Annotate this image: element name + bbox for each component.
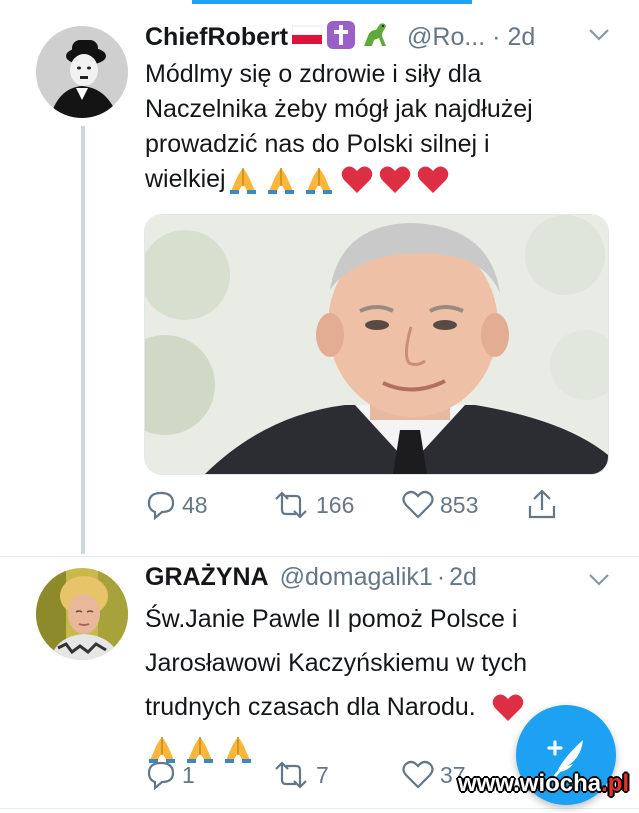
tweet-timestamp[interactable]: 2d — [507, 23, 535, 51]
dinosaur-icon — [360, 20, 392, 57]
retweet-button[interactable]: 166 — [272, 490, 354, 520]
red-heart-icon — [341, 166, 372, 194]
tweet-text: Św.Janie Pawle II pomoż Polsce i Jarosła… — [145, 602, 527, 766]
user-handle[interactable]: @domagalik1 — [280, 563, 433, 591]
red-heart-icon — [379, 166, 410, 194]
chevron-down-icon[interactable] — [588, 28, 610, 47]
heart-outline-icon — [402, 760, 434, 789]
tweet-text-line: Módlmy się o zdrowie i siły dla — [145, 60, 482, 88]
tweet-text-line: Jarosławowi Kaczyńskiemu w tych — [145, 649, 528, 677]
retweet-icon — [275, 491, 307, 519]
reply-count: 48 — [182, 491, 208, 518]
tweet-text-line: prowadzić nas do Polski silnej i — [145, 130, 490, 158]
tweet-header: ChiefRobert @Ro... · 2d — [145, 20, 535, 57]
watermark-accent-text: .pl — [601, 770, 630, 797]
avatar-chiefrobert[interactable] — [36, 26, 128, 118]
watermark-text: www.wiocha — [458, 770, 602, 797]
user-handle[interactable]: @Ro... — [407, 23, 485, 51]
tweet-text-line: Naczelnika żeby mógł jak najdłużej — [145, 95, 533, 123]
tweet-timestamp[interactable]: 2d — [449, 563, 477, 591]
retweet-icon — [275, 761, 307, 789]
folded-hands-icon — [229, 168, 256, 195]
reply-icon — [147, 761, 175, 790]
retweet-count: 166 — [316, 491, 355, 518]
tweet-text-line: Św.Janie Pawle II pomoż Polsce i — [145, 605, 518, 633]
share-icon — [528, 489, 556, 519]
thread-connector-line — [81, 126, 85, 554]
red-heart-icon — [417, 166, 448, 194]
tweet-media-photo[interactable] — [144, 214, 609, 475]
tweet-text-line: wielkiej — [145, 165, 226, 193]
tweet-header: GRAŻYNA @domagalik1 · 2d — [145, 563, 477, 592]
active-tab-indicator — [192, 0, 472, 4]
tweet-text: Módlmy się o zdrowie i siły dla Naczelni… — [145, 57, 533, 197]
separator-dot: · — [436, 563, 446, 591]
share-button[interactable] — [526, 488, 558, 520]
chevron-down-icon[interactable] — [588, 573, 610, 592]
folded-hands-icon — [225, 737, 251, 764]
folded-hands-icon — [267, 168, 294, 195]
retweet-count: 7 — [316, 761, 329, 788]
like-button[interactable]: 853 — [402, 490, 478, 520]
red-heart-icon — [492, 694, 523, 722]
reply-button[interactable]: 48 — [146, 490, 208, 520]
reply-icon — [147, 491, 175, 520]
site-watermark: www.wiocha.pl — [458, 770, 629, 798]
retweet-button[interactable]: 7 — [272, 760, 329, 790]
display-name[interactable]: GRAŻYNA — [145, 563, 269, 591]
display-name[interactable]: ChiefRobert — [145, 23, 288, 51]
like-button[interactable]: 37 — [402, 760, 466, 790]
latin-cross-icon — [326, 20, 356, 57]
reply-button[interactable]: 1 — [146, 760, 195, 790]
tweet-divider — [0, 808, 639, 809]
like-count: 853 — [440, 491, 479, 518]
tweet-divider — [0, 556, 639, 557]
avatar-grazyna[interactable] — [36, 568, 128, 660]
poland-flag-icon — [291, 24, 323, 53]
reply-count: 1 — [182, 761, 195, 788]
heart-outline-icon — [402, 490, 434, 519]
emoji-row — [226, 164, 450, 196]
folded-hands-icon — [305, 168, 332, 195]
separator-dot: · — [492, 23, 501, 52]
tweet-text-line: trudnych czasach dla Narodu. — [145, 693, 476, 721]
